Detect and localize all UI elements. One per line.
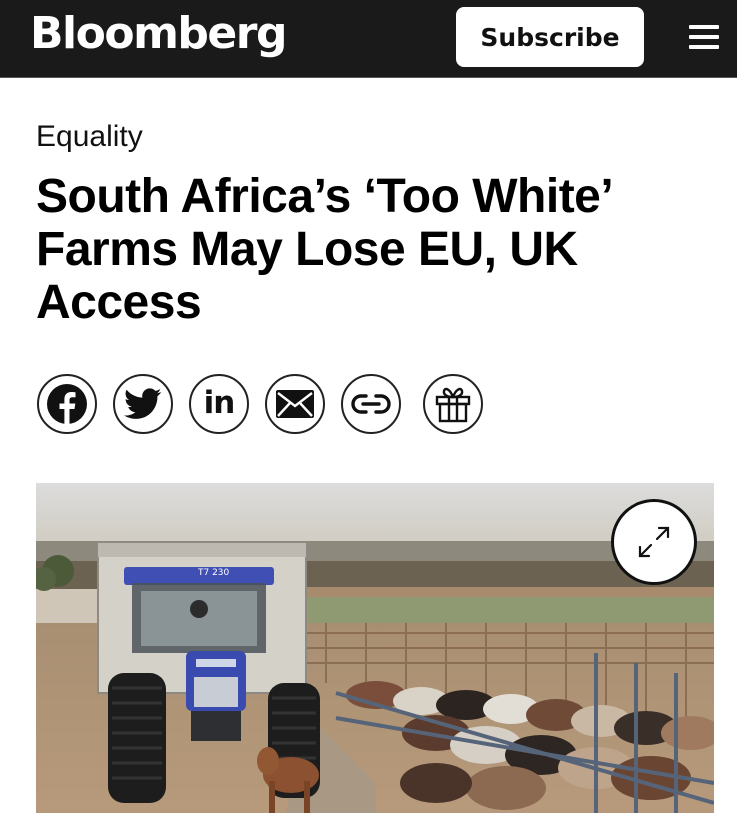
expand-icon — [638, 526, 670, 558]
share-linkedin-button[interactable]: in — [189, 374, 249, 434]
twitter-icon — [124, 388, 162, 419]
subscribe-button[interactable]: Subscribe — [456, 7, 644, 67]
facebook-icon — [47, 384, 87, 424]
svg-text:T7 230: T7 230 — [197, 568, 230, 578]
bloomberg-logo[interactable]: Bloomberg — [30, 6, 287, 62]
gift-article-button[interactable] — [423, 374, 483, 434]
link-icon — [351, 394, 391, 414]
top-navigation-bar: Bloomberg Subscribe — [0, 0, 737, 78]
share-copy-link-button[interactable] — [341, 374, 401, 434]
share-facebook-button[interactable] — [37, 374, 97, 434]
email-icon — [276, 390, 314, 418]
linkedin-icon: in — [203, 384, 236, 421]
expand-image-button[interactable] — [611, 499, 697, 585]
gift-icon — [435, 387, 471, 423]
share-email-button[interactable] — [265, 374, 325, 434]
share-twitter-button[interactable] — [113, 374, 173, 434]
article-headline: South Africa’s ‘Too White’ Farms May Los… — [36, 170, 611, 329]
hamburger-menu-icon[interactable] — [689, 24, 719, 50]
article-category[interactable]: Equality — [36, 119, 143, 155]
